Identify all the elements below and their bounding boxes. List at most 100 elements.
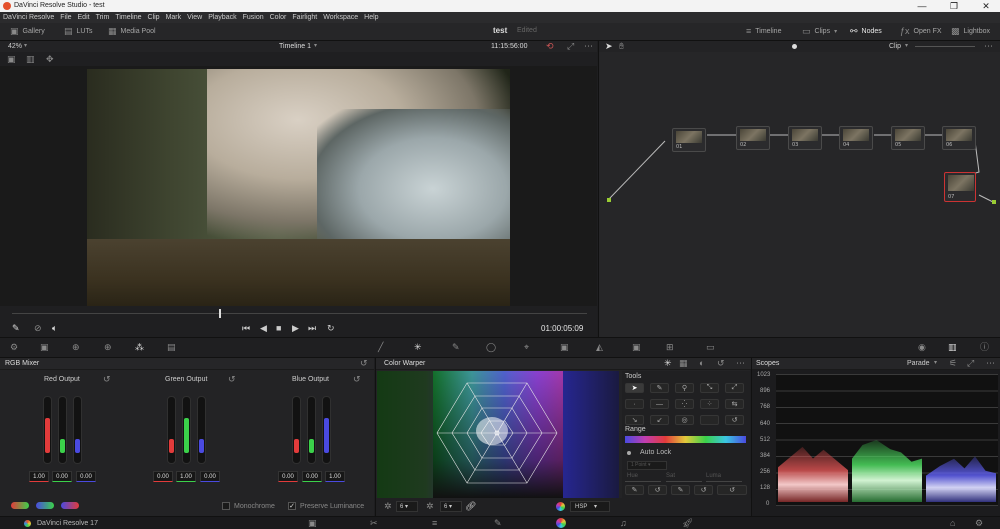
swap-green-button[interactable]: [36, 502, 54, 509]
home-icon[interactable]: ⌂: [950, 519, 955, 528]
auto-lock-indicator[interactable]: [627, 451, 631, 455]
more-options-icon[interactable]: ⋯: [736, 359, 745, 368]
settings-icon[interactable]: ⚙: [975, 519, 983, 528]
node-06[interactable]: 06: [942, 126, 976, 150]
volume-icon[interactable]: 🔈︎: [52, 324, 57, 333]
maximize-icon[interactable]: ❐: [945, 0, 963, 12]
chevron-down-icon[interactable]: ▾: [24, 43, 27, 49]
target-tool-button[interactable]: ◎: [675, 415, 694, 425]
pin-ring-button[interactable]: ⁛: [675, 399, 694, 409]
blue-output-red-slider[interactable]: [292, 396, 301, 464]
key-icon[interactable]: ▣: [632, 343, 641, 352]
reverse-icon[interactable]: ◀: [260, 324, 267, 333]
green-output-green-value[interactable]: 1.00: [176, 471, 196, 482]
hue-reset-button[interactable]: ↺: [648, 485, 667, 495]
info-icon[interactable]: ⓘ: [980, 343, 989, 352]
curves-icon[interactable]: ╱: [378, 343, 383, 352]
pin-column-button[interactable]: —: [650, 399, 669, 409]
loop-icon[interactable]: ↻: [327, 324, 335, 333]
point-select[interactable]: 1 Point ▾: [627, 461, 667, 470]
rgb-mixer-icon[interactable]: ⁂: [135, 343, 144, 352]
menu-mark[interactable]: Mark: [166, 14, 182, 21]
menu-help[interactable]: Help: [364, 14, 378, 21]
menu-trim[interactable]: Trim: [96, 14, 110, 21]
menu-file[interactable]: File: [60, 14, 71, 21]
qualifier-icon[interactable]: ✎: [452, 343, 460, 352]
chevron-down-icon[interactable]: ▾: [314, 43, 317, 49]
3d-icon[interactable]: ▭: [706, 343, 715, 352]
single-view-icon[interactable]: ▣: [7, 55, 16, 64]
playhead[interactable]: [219, 309, 221, 318]
more-options-icon[interactable]: ⋯: [984, 42, 993, 51]
scrubber-bar[interactable]: [0, 306, 597, 320]
menu-workspace[interactable]: Workspace: [323, 14, 358, 21]
hdr-wheels-icon[interactable]: ⊕: [104, 343, 112, 352]
red-output-red-slider[interactable]: [43, 396, 52, 464]
reset-icon[interactable]: ↺: [353, 375, 361, 384]
edit-page-icon[interactable]: ≡: [432, 519, 437, 528]
blur-icon[interactable]: ◭: [596, 343, 603, 352]
hue-slider[interactable]: [625, 481, 661, 482]
menu-edit[interactable]: Edit: [78, 14, 90, 21]
node-05[interactable]: 05: [891, 126, 925, 150]
cut-page-icon[interactable]: ✂: [370, 519, 378, 528]
timeline-button[interactable]: ≡ Timeline: [746, 27, 781, 36]
input-port[interactable]: [607, 198, 611, 202]
motion-effects-icon[interactable]: ▤: [167, 343, 176, 352]
green-output-green-slider[interactable]: [182, 396, 191, 464]
preserve-luminance-checkbox[interactable]: ✓: [288, 502, 296, 510]
expand-tool-button[interactable]: ⤢: [725, 383, 744, 393]
expand-icon[interactable]: ⤢: [967, 359, 974, 368]
camera-raw-icon[interactable]: ⚙: [10, 343, 18, 352]
node-zoom-slider[interactable]: [915, 46, 975, 47]
zoom-handle[interactable]: [792, 44, 797, 49]
viewer-area[interactable]: [0, 66, 597, 306]
highlight-mode-icon[interactable]: ⊘: [34, 324, 42, 333]
green-output-red-value[interactable]: 0.00: [153, 471, 173, 482]
pan-hand-icon[interactable]: ✋︎: [619, 42, 624, 51]
lightbox-button[interactable]: ▩ Lightbox: [951, 27, 990, 36]
color-page-icon[interactable]: ●: [556, 518, 566, 528]
green-output-blue-value[interactable]: 0.00: [200, 471, 220, 482]
swap-red-button[interactable]: [11, 502, 29, 509]
swap-blue-button[interactable]: [61, 502, 79, 509]
sat-slider[interactable]: [666, 481, 702, 482]
reset-icon[interactable]: ↺: [228, 375, 236, 384]
color-warper-icon[interactable]: ✳: [414, 343, 422, 352]
collapse-tool-button[interactable]: ⤡: [700, 383, 719, 393]
hue-brush-button[interactable]: ✎: [625, 485, 644, 495]
chevron-down-icon[interactable]: ▾: [934, 360, 937, 366]
eye-icon[interactable]: ◉: [918, 343, 926, 352]
menu-fusion[interactable]: Fusion: [243, 14, 264, 21]
luts-button[interactable]: ▤ LUTs: [64, 27, 92, 36]
sat-brush-button[interactable]: ✎: [671, 485, 690, 495]
color-wheels-icon[interactable]: ⊕: [72, 343, 80, 352]
expand-icon[interactable]: ⤢: [567, 42, 574, 51]
luma-slider[interactable]: [706, 481, 742, 482]
chroma-luma-icon[interactable]: ◐: [699, 359, 704, 368]
minimize-icon[interactable]: —: [913, 0, 931, 12]
blue-output-red-value[interactable]: 0.00: [278, 471, 298, 482]
go-to-start-icon[interactable]: ⏮︎: [242, 324, 250, 333]
more-options-icon[interactable]: ⋯: [986, 359, 995, 368]
green-output-red-slider[interactable]: [167, 396, 176, 464]
reset-icon[interactable]: ↺: [360, 359, 368, 368]
split-view-icon[interactable]: ▥: [26, 55, 35, 64]
picker-icon[interactable]: ✎: [12, 324, 20, 333]
scope-settings-icon[interactable]: ⚟: [949, 359, 957, 368]
link-icon[interactable]: 🔗︎: [465, 502, 476, 511]
sat-resolution-select[interactable]: 6 ▾: [440, 501, 462, 512]
menu-color[interactable]: Color: [270, 14, 287, 21]
node-07[interactable]: 07: [944, 172, 976, 202]
green-output-blue-slider[interactable]: [197, 396, 206, 464]
video-frame[interactable]: [87, 69, 510, 306]
zoom-level[interactable]: 42%: [8, 43, 22, 50]
menu-davinci[interactable]: DaVinci Resolve: [3, 14, 54, 21]
blue-output-blue-slider[interactable]: [322, 396, 331, 464]
menu-fairlight[interactable]: Fairlight: [292, 14, 317, 21]
stop-icon[interactable]: ■: [276, 324, 281, 333]
blue-output-green-slider[interactable]: [307, 396, 316, 464]
sizing-icon[interactable]: ⊞: [666, 343, 674, 352]
reset-icon[interactable]: ↺: [103, 375, 111, 384]
clips-button[interactable]: ▭ Clips ▾: [802, 27, 837, 36]
